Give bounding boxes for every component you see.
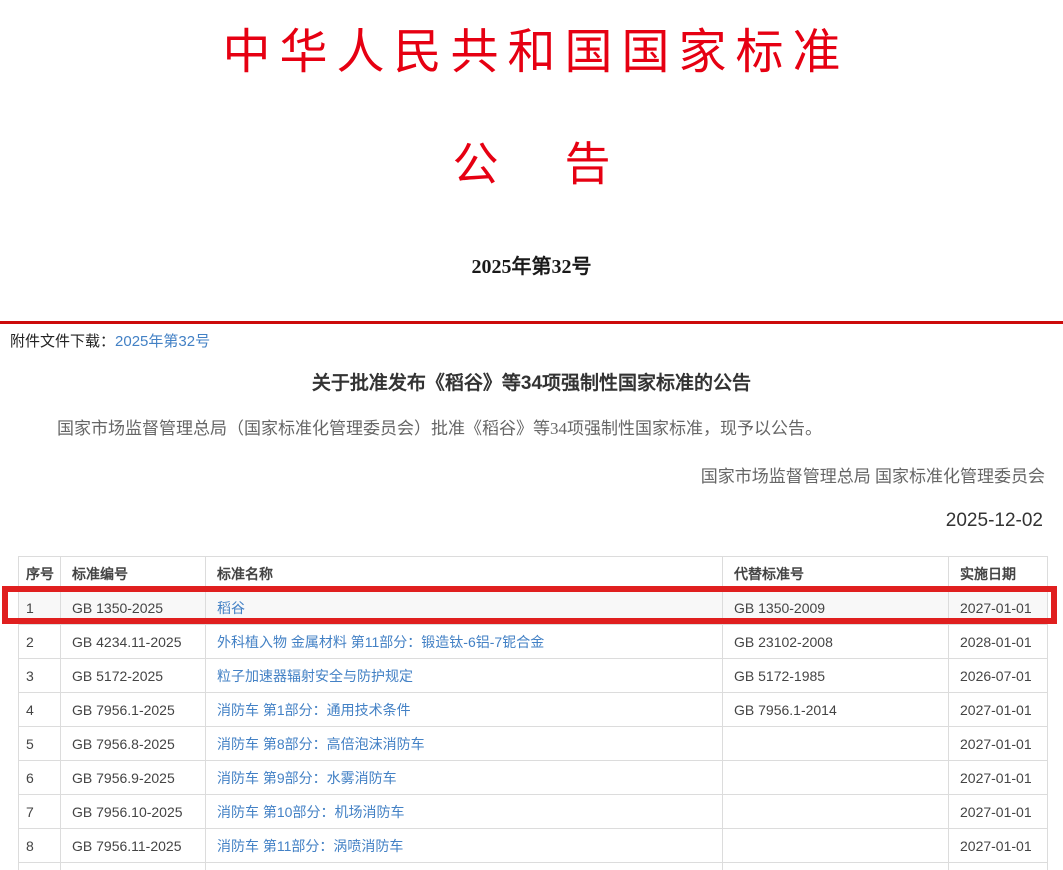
cell-implement-date: 2027-01-01 bbox=[949, 727, 1048, 761]
cell-standard-name: 消防车 第8部分：高倍泡沫消防车 bbox=[206, 727, 723, 761]
cell-implement-date: 2027-01-01 bbox=[949, 693, 1048, 727]
cell-replaced-code: GB 1350-2009 bbox=[723, 591, 949, 625]
announcement-date: 2025-12-02 bbox=[946, 510, 1043, 532]
cell-empty bbox=[949, 863, 1048, 870]
cell-standard-name: 粒子加速器辐射安全与防护规定 bbox=[206, 659, 723, 693]
header-serial-number: 序号 bbox=[19, 557, 61, 591]
cell-replaced-code bbox=[723, 761, 949, 795]
cell-implement-date: 2027-01-01 bbox=[949, 795, 1048, 829]
attachment-label: 附件文件下载： bbox=[10, 333, 115, 350]
cell-implement-date: 2027-01-01 bbox=[949, 591, 1048, 625]
cell-standard-code: GB 7956.9-2025 bbox=[61, 761, 206, 795]
cell-standard-code: GB 7956.8-2025 bbox=[61, 727, 206, 761]
standard-name-link[interactable]: 稻谷 bbox=[217, 600, 245, 616]
standard-name-link[interactable]: 消防车 第1部分：通用技术条件 bbox=[217, 702, 411, 718]
cell-standard-name: 消防车 第11部分：涡喷消防车 bbox=[206, 829, 723, 863]
cell-implement-date: 2027-01-01 bbox=[949, 761, 1048, 795]
standards-table-head: 序号 标准编号 标准名称 代替标准号 实施日期 bbox=[19, 557, 1048, 591]
cell-standard-code: GB 7956.10-2025 bbox=[61, 795, 206, 829]
table-row-partial bbox=[19, 863, 1048, 870]
attachment-bar: 附件文件下载：2025年第32号 bbox=[10, 330, 210, 351]
cell-implement-date: 2027-01-01 bbox=[949, 829, 1048, 863]
announcement-title: 关于批准发布《稻谷》等34项强制性国家标准的公告 bbox=[0, 368, 1063, 395]
table-row: 6GB 7956.9-2025 消防车 第9部分：水雾消防车 2027-01-01 bbox=[19, 761, 1048, 795]
page-subtitle: 公 告 bbox=[0, 128, 1063, 194]
table-row: 8GB 7956.11-2025 消防车 第11部分：涡喷消防车 2027-01-0… bbox=[19, 829, 1048, 863]
cell-serial-number: 8 bbox=[19, 829, 61, 863]
cell-standard-name: 消防车 第9部分：水雾消防车 bbox=[206, 761, 723, 795]
table-row: 5GB 7956.8-2025 消防车 第8部分：高倍泡沫消防车 2027-01-0… bbox=[19, 727, 1048, 761]
standard-name-link[interactable]: 外科植入物 金属材料 第11部分：锻造钛-6铝-7铌合金 bbox=[217, 634, 544, 650]
cell-standard-code: GB 1350-2025 bbox=[61, 591, 206, 625]
national-standards-announcement-page: 中华人民共和国国家标准 公 告 2025年第32号 附件文件下载：2025年第3… bbox=[0, 0, 1063, 870]
cell-implement-date: 2028-01-01 bbox=[949, 625, 1048, 659]
header-replaced-code: 代替标准号 bbox=[723, 557, 949, 591]
standard-name-link[interactable]: 粒子加速器辐射安全与防护规定 bbox=[217, 668, 413, 684]
standard-name-link[interactable]: 消防车 第8部分：高倍泡沫消防车 bbox=[217, 736, 425, 752]
cell-serial-number: 2 bbox=[19, 625, 61, 659]
table-row: 1GB 1350-2025 稻谷 GB 1350-20092027-01-01 bbox=[19, 591, 1048, 625]
cell-serial-number: 5 bbox=[19, 727, 61, 761]
cell-replaced-code bbox=[723, 727, 949, 761]
cell-standard-code: GB 5172-2025 bbox=[61, 659, 206, 693]
cell-implement-date: 2026-07-01 bbox=[949, 659, 1048, 693]
standards-table: 序号 标准编号 标准名称 代替标准号 实施日期 1GB 1350-2025 稻谷 G… bbox=[18, 556, 1048, 870]
cell-standard-code: GB 7956.1-2025 bbox=[61, 693, 206, 727]
cell-replaced-code bbox=[723, 829, 949, 863]
cell-standard-name: 稻谷 bbox=[206, 591, 723, 625]
cell-standard-name: 消防车 第10部分：机场消防车 bbox=[206, 795, 723, 829]
table-row: 3GB 5172-2025 粒子加速器辐射安全与防护规定 GB 5172-19852… bbox=[19, 659, 1048, 693]
cell-replaced-code: GB 5172-1985 bbox=[723, 659, 949, 693]
cell-serial-number: 7 bbox=[19, 795, 61, 829]
header-row: 序号 标准编号 标准名称 代替标准号 实施日期 bbox=[19, 557, 1048, 591]
cell-serial-number: 1 bbox=[19, 591, 61, 625]
header-standard-code: 标准编号 bbox=[61, 557, 206, 591]
cell-empty bbox=[723, 863, 949, 870]
cell-empty bbox=[19, 863, 61, 870]
standard-name-link[interactable]: 消防车 第11部分：涡喷消防车 bbox=[217, 838, 403, 854]
standard-name-link[interactable]: 消防车 第10部分：机场消防车 bbox=[217, 804, 404, 820]
cell-serial-number: 6 bbox=[19, 761, 61, 795]
announcement-signature: 国家市场监督管理总局 国家标准化管理委员会 bbox=[701, 462, 1045, 487]
cell-standard-name: 消防车 第1部分：通用技术条件 bbox=[206, 693, 723, 727]
table-row: 4GB 7956.1-2025 消防车 第1部分：通用技术条件 GB 7956.1-… bbox=[19, 693, 1048, 727]
cell-standard-code: GB 4234.11-2025 bbox=[61, 625, 206, 659]
cell-empty bbox=[61, 863, 206, 870]
standards-table-body: 1GB 1350-2025稻谷GB 1350-20092027-01-012GB… bbox=[19, 591, 1048, 870]
cell-empty bbox=[206, 863, 723, 870]
announcement-body: 国家市场监督管理总局（国家标准化管理委员会）批准《稻谷》等34项强制性国家标准，… bbox=[25, 416, 1038, 442]
red-divider bbox=[0, 321, 1063, 324]
cell-replaced-code: GB 7956.1-2014 bbox=[723, 693, 949, 727]
cell-replaced-code: GB 23102-2008 bbox=[723, 625, 949, 659]
cell-replaced-code bbox=[723, 795, 949, 829]
cell-serial-number: 3 bbox=[19, 659, 61, 693]
standards-table-wrap: 序号 标准编号 标准名称 代替标准号 实施日期 1GB 1350-2025 稻谷 G… bbox=[18, 556, 1047, 870]
table-row: 2GB 4234.11-2025 外科植入物 金属材料 第11部分：锻造钛-6铝-… bbox=[19, 625, 1048, 659]
cell-standard-code: GB 7956.11-2025 bbox=[61, 829, 206, 863]
header-standard-name: 标准名称 bbox=[206, 557, 723, 591]
issue-number: 2025年第32号 bbox=[0, 250, 1063, 279]
cell-serial-number: 4 bbox=[19, 693, 61, 727]
header-implement-date: 实施日期 bbox=[949, 557, 1048, 591]
page-title: 中华人民共和国国家标准 bbox=[0, 12, 1063, 82]
attachment-download-link[interactable]: 2025年第32号 bbox=[115, 333, 210, 350]
cell-standard-name: 外科植入物 金属材料 第11部分：锻造钛-6铝-7铌合金 bbox=[206, 625, 723, 659]
table-row: 7GB 7956.10-2025 消防车 第10部分：机场消防车 2027-01-0… bbox=[19, 795, 1048, 829]
standard-name-link[interactable]: 消防车 第9部分：水雾消防车 bbox=[217, 770, 397, 786]
